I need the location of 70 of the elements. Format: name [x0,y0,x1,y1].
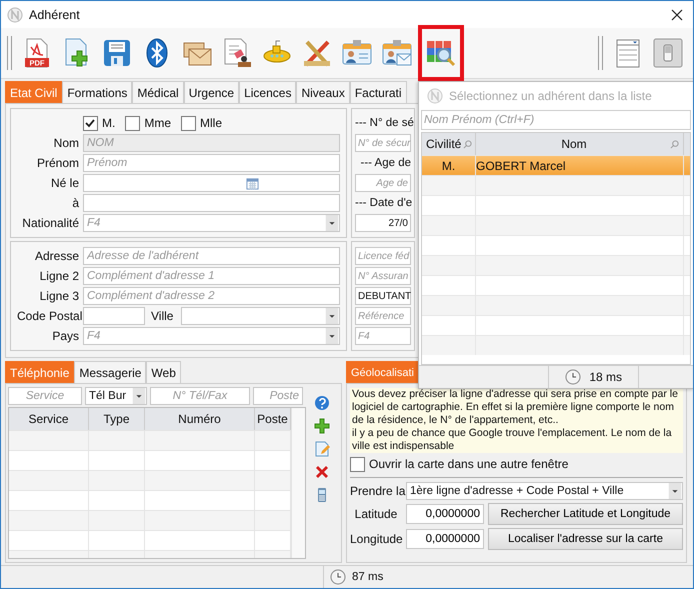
checkbox-label: Mme [144,116,172,130]
dropdown-field[interactable]: Tél Bur [85,387,147,405]
tab[interactable]: Niveaux [296,81,350,103]
field-label: Né le [50,176,79,190]
field-label: Ligne 2 [38,269,79,283]
clock-icon [565,369,582,385]
date-field[interactable] [83,174,340,192]
section-heading: --- N° de sé [355,117,411,129]
tab[interactable]: Urgence [184,81,240,103]
checkbox-label: M. [102,116,116,130]
text-field[interactable]: DEBUTANT [355,287,411,305]
field-label: Latitude [354,507,398,521]
section-heading: --- Date d'e [355,197,411,209]
longitude-field[interactable]: 0,0000000 [406,529,484,549]
field-label: Pays [51,329,79,343]
scrollbar[interactable] [291,408,305,558]
checkbox[interactable] [181,116,196,130]
calendar-icon [246,176,259,190]
checkbox[interactable] [350,456,365,472]
locate-address-button[interactable]: Localiser l'adresse sur la carte [488,528,683,550]
field-label: Nationalité [21,216,79,230]
tab[interactable]: Formations [62,81,132,103]
search-icon[interactable] [670,140,679,148]
add-icon[interactable] [314,418,330,434]
field-label: Ligne 3 [38,289,79,303]
dropdown-field[interactable]: 1ère ligne d'adresse + Code Postal + Ville [406,482,683,500]
search-field[interactable]: Nom Prénom (Ctrl+F) [421,110,691,130]
close-icon[interactable] [671,8,683,20]
help-icon[interactable] [314,395,330,411]
field-label: Prénom [36,156,79,170]
text-field[interactable] [83,194,340,212]
text-field[interactable]: Prénom [83,154,340,172]
checkbox[interactable] [83,116,98,130]
table-row[interactable]: M. GOBERT Marcel [422,155,690,175]
picker-title: Sélectionnez un adhérent dans la liste [449,89,652,103]
latitude-field[interactable]: 0,0000000 [406,504,484,524]
edit-document-icon[interactable] [314,441,330,457]
dropdown-field[interactable] [181,307,340,325]
elapsed-time: 87 ms [352,571,384,583]
field-label: Adresse [34,249,79,263]
tab[interactable]: Web [146,361,181,383]
checkbox-label: Mlle [200,116,222,130]
field-label: Nom [52,136,79,150]
field-label: à [71,196,79,210]
postal-code-field[interactable] [83,307,145,325]
tab[interactable]: Facturati [350,81,407,103]
toggle-switch-icon [652,37,684,69]
elapsed-time: 18 ms [589,370,622,384]
text-field[interactable]: 27/0 [355,214,411,232]
field-label: Longitude [350,532,402,546]
text-field[interactable]: Complément d'adresse 1 [83,267,340,285]
text-field[interactable]: Complément d'adresse 2 [83,287,340,305]
info-note: Vous devez préciser la ligne d'adresse qui sera prise en compte par le logiciel de cartographie. En effet si la première ligne comporte le nom de la résidence, le N° de l'appartement, etc.. il y a peu de chance que Google trouve l'emplacement. Le nom de la ville est indispensable [350,388,683,453]
section-heading: --- Age de [360,157,411,169]
checkbox-label: Ouvrir la carte dans une autre fenêtre [369,457,568,471]
search-coordinates-button[interactable]: Rechercher Latitude et Longitude [488,503,683,525]
tab[interactable]: Médical [132,81,184,103]
checkbox[interactable] [125,116,140,130]
tab[interactable]: Messagerie [74,361,146,383]
tab[interactable]: Licences [239,81,296,103]
window-title: Adhérent [29,8,80,22]
delete-icon[interactable] [314,464,330,480]
phone-number-field[interactable]: N° Tél/Fax [150,387,250,405]
extension-field[interactable]: Poste [253,387,303,405]
app-logo-icon [427,88,443,104]
service-field[interactable]: Service [8,387,82,405]
clock-icon [330,569,346,585]
field-label: Ville [151,309,174,323]
app-logo-icon [7,6,23,22]
search-icon[interactable] [463,140,472,148]
